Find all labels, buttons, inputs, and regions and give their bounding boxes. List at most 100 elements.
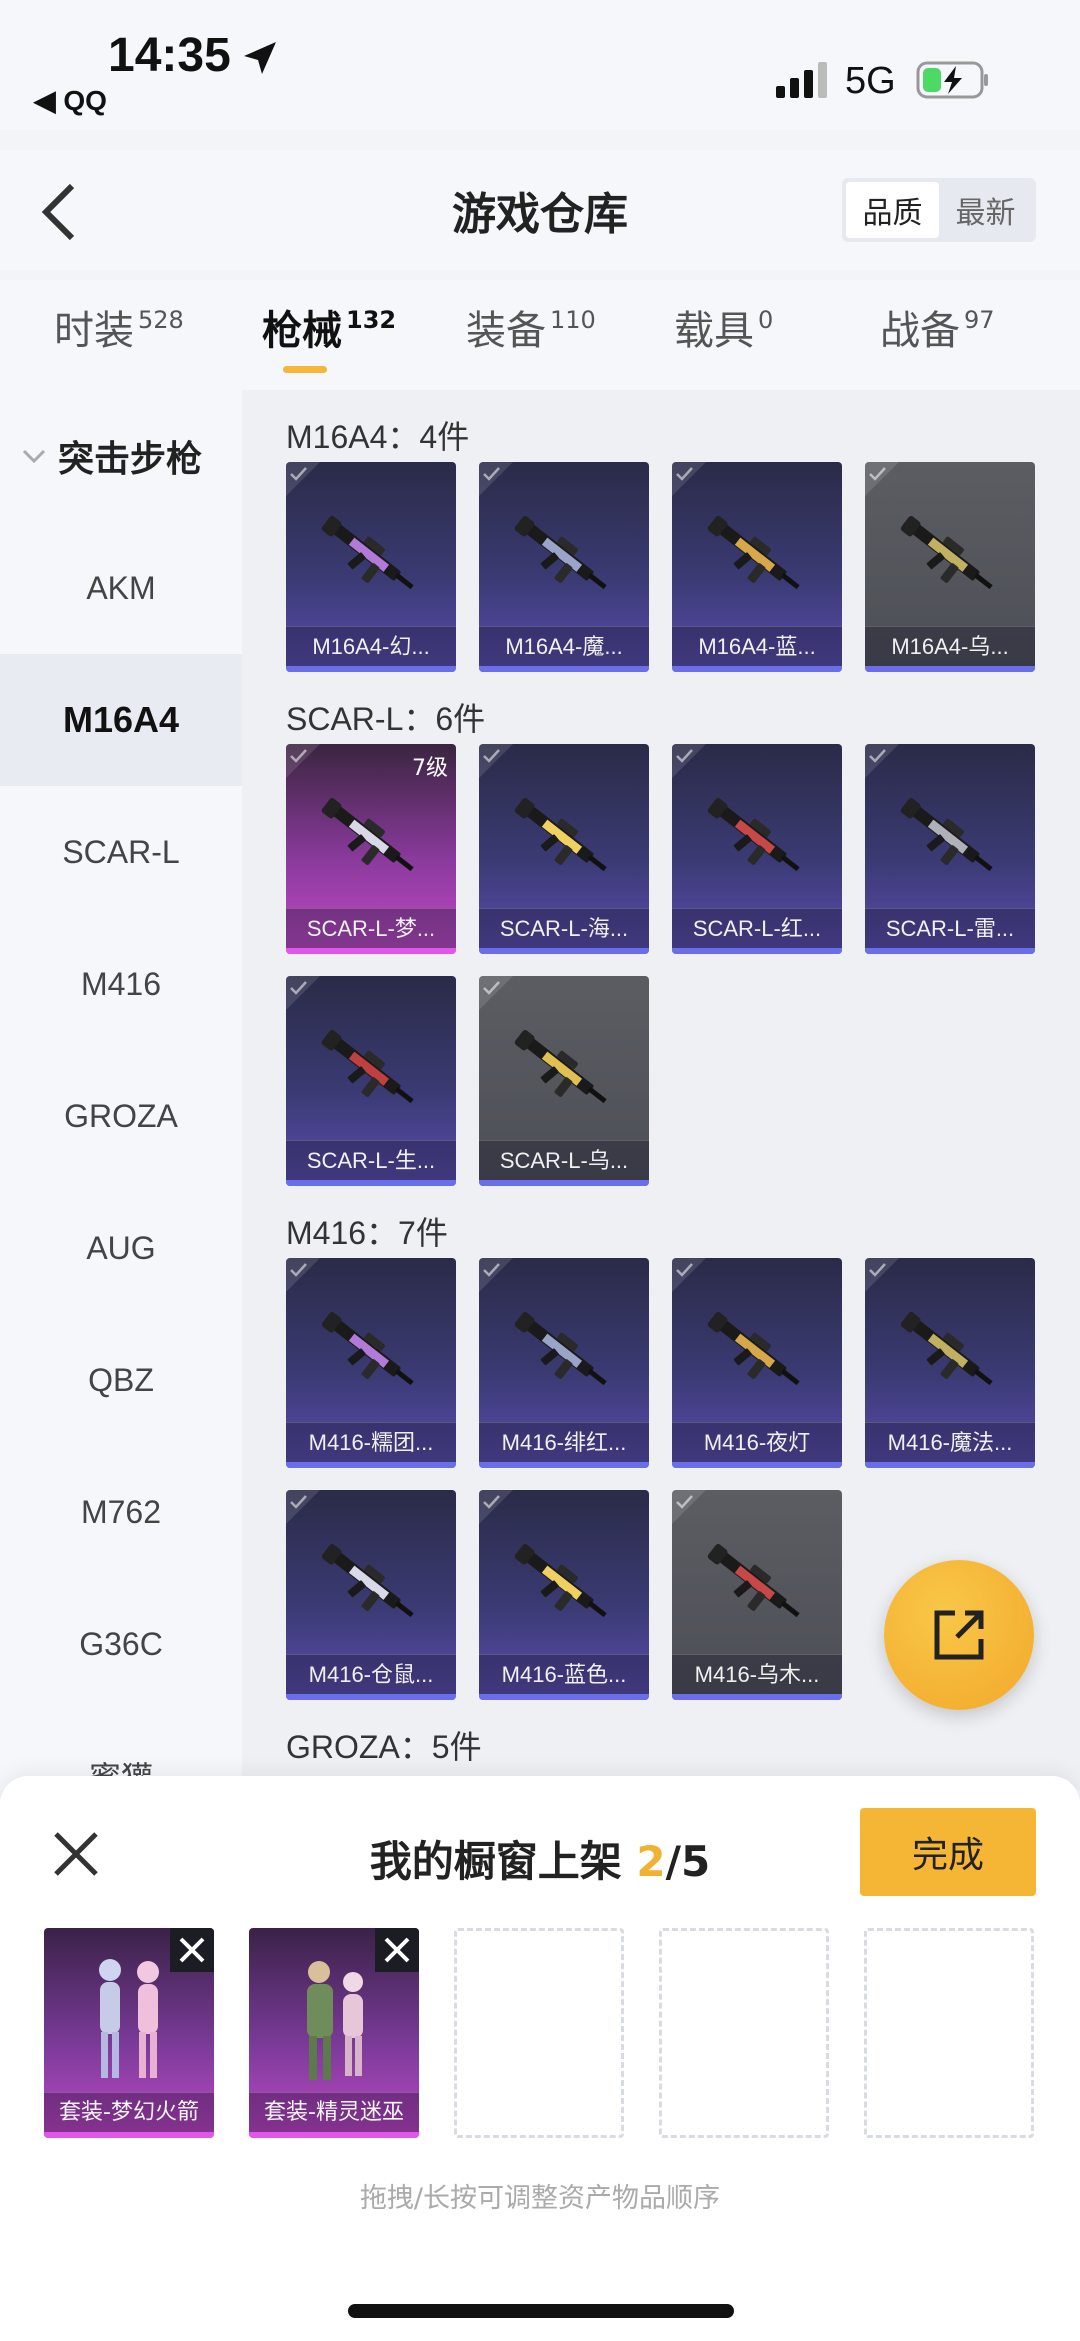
remove-slot-button[interactable] (375, 1928, 419, 1972)
sidebar-item-scar-l[interactable]: SCAR-L (0, 786, 242, 918)
weapon-card[interactable]: M16A4-蓝... (672, 462, 842, 672)
rarity-bar (672, 1462, 842, 1468)
chevron-down-icon (22, 449, 46, 464)
check-icon (286, 1258, 320, 1292)
rifle-icon (321, 1544, 414, 1618)
weapon-label: SCAR-L-红... (672, 908, 842, 948)
check-icon (286, 1490, 320, 1524)
tab-equipment[interactable]: 装备 110 (466, 298, 596, 356)
sort-newest-button[interactable]: 最新 (939, 182, 1032, 238)
tab-active-indicator (283, 366, 327, 373)
showcase-panel: 我的橱窗上架 2/5 完成 套装-梦幻火箭 套装-精灵迷巫 拖拽/长按可调整资产… (0, 1776, 1080, 2341)
weapon-card[interactable]: SCAR-L-生... (286, 976, 456, 1186)
tab-vehicles[interactable]: 载具 0 (674, 298, 773, 356)
sidebar-item-qbz[interactable]: QBZ (0, 1314, 242, 1446)
rarity-bar (479, 1462, 649, 1468)
weapon-card[interactable]: M416-乌木... (672, 1490, 842, 1700)
weapon-card[interactable]: SCAR-L-红... (672, 744, 842, 954)
weapon-label: M416-糯团... (286, 1422, 456, 1462)
tab-label: 枪械 (262, 308, 342, 354)
sidebar-item-g36c[interactable]: G36C (0, 1578, 242, 1710)
check-icon (865, 744, 899, 778)
weapon-label: SCAR-L-乌... (479, 1140, 649, 1180)
weapon-label: M416-乌木... (672, 1654, 842, 1694)
rifle-icon (900, 798, 993, 872)
showcase-slot-empty[interactable] (454, 1928, 624, 2138)
sidebar-item-groza[interactable]: GROZA (0, 1050, 242, 1182)
showcase-title-text: 我的橱窗上架 (369, 1837, 637, 1886)
weapon-card[interactable]: M416-夜灯 (672, 1258, 842, 1468)
weapon-card[interactable]: M416-糯团... (286, 1258, 456, 1468)
sidebar-item-m16a4[interactable]: M16A4 (0, 654, 242, 786)
weapon-card[interactable]: M416-绯红... (479, 1258, 649, 1468)
showcase-count-current: 2 (636, 1837, 666, 1886)
sidebar-item-m762[interactable]: M762 (0, 1446, 242, 1578)
rarity-bar (286, 1462, 456, 1468)
weapon-sidebar: 突击步枪 AKM M16A4 SCAR-L M416 GROZA AUG QBZ… (0, 390, 242, 1796)
weapon-card[interactable]: 7级 SCAR-L-梦... (286, 744, 456, 954)
rifle-icon (707, 516, 800, 590)
showcase-slot[interactable]: 套装-梦幻火箭 (44, 1928, 214, 2138)
group-title: M416：7件 (286, 1215, 448, 1251)
weapon-card[interactable]: M16A4-乌... (865, 462, 1035, 672)
tab-label: 时装 (54, 308, 134, 354)
showcase-slot-empty[interactable] (864, 1928, 1034, 2138)
rarity-bar (865, 666, 1035, 672)
rifle-icon (514, 1544, 607, 1618)
weapon-label: M416-仓鼠... (286, 1654, 456, 1694)
weapon-label: M16A4-乌... (865, 626, 1035, 666)
weapon-card[interactable]: M16A4-魔... (479, 462, 649, 672)
showcase-slot-empty[interactable] (659, 1928, 829, 2138)
weapon-card[interactable]: M16A4-幻... (286, 462, 456, 672)
weapon-label: M16A4-魔... (479, 626, 649, 666)
rarity-bar (286, 948, 456, 954)
tab-count: 528 (138, 306, 184, 334)
check-icon (479, 1490, 513, 1524)
group-title: M16A4：4件 (286, 419, 470, 455)
sidebar-category-assault-rifle[interactable]: 突击步枪 (20, 430, 202, 482)
rifle-icon (514, 798, 607, 872)
showcase-slot[interactable]: 套装-精灵迷巫 (249, 1928, 419, 2138)
weapon-card[interactable]: SCAR-L-雷... (865, 744, 1035, 954)
tab-guns[interactable]: 枪械 132 (262, 298, 396, 356)
sidebar-item-akm[interactable]: AKM (0, 522, 242, 654)
sidebar-item-aug[interactable]: AUG (0, 1182, 242, 1314)
tab-supplies[interactable]: 战备 97 (880, 298, 995, 356)
rifle-icon (514, 1312, 607, 1386)
status-time: 14:35 (108, 29, 231, 82)
rifle-icon (321, 516, 414, 590)
weapon-card[interactable]: M416-魔法... (865, 1258, 1035, 1468)
sort-quality-button[interactable]: 品质 (846, 182, 939, 238)
category-tabs: 时装 528 枪械 132 装备 110 载具 0 战备 97 (0, 280, 1080, 390)
share-button[interactable] (884, 1560, 1034, 1710)
weapon-card[interactable]: SCAR-L-乌... (479, 976, 649, 1186)
tab-label: 战备 (880, 308, 960, 354)
tab-fashion[interactable]: 时装 528 (54, 298, 184, 356)
rarity-bar (479, 948, 649, 954)
rarity-bar (672, 948, 842, 954)
showcase-count-total: /5 (665, 1837, 711, 1886)
sidebar-item-m416[interactable]: M416 (0, 918, 242, 1050)
rarity-bar (865, 948, 1035, 954)
rifle-icon (900, 516, 993, 590)
signal-icon (776, 62, 827, 98)
rifle-icon (900, 1312, 993, 1386)
weapon-card[interactable]: SCAR-L-海... (479, 744, 649, 954)
rarity-bar (672, 1694, 842, 1700)
nav-bar: 游戏仓库 品质 最新 (0, 150, 1080, 270)
check-icon (479, 976, 513, 1010)
weapon-card[interactable]: M416-仓鼠... (286, 1490, 456, 1700)
check-icon (479, 1258, 513, 1292)
weapon-label: SCAR-L-海... (479, 908, 649, 948)
weapon-card[interactable]: M416-蓝色... (479, 1490, 649, 1700)
rifle-icon (707, 1312, 800, 1386)
weapon-label: M16A4-蓝... (672, 626, 842, 666)
rarity-bar (865, 1462, 1035, 1468)
rarity-bar (479, 666, 649, 672)
back-to-app-link[interactable]: ◀ QQ (34, 84, 107, 117)
check-icon (672, 462, 706, 496)
slot-label: 套装-梦幻火箭 (44, 2092, 214, 2132)
remove-slot-button[interactable] (170, 1928, 214, 1972)
done-button[interactable]: 完成 (860, 1808, 1036, 1896)
check-icon (286, 976, 320, 1010)
